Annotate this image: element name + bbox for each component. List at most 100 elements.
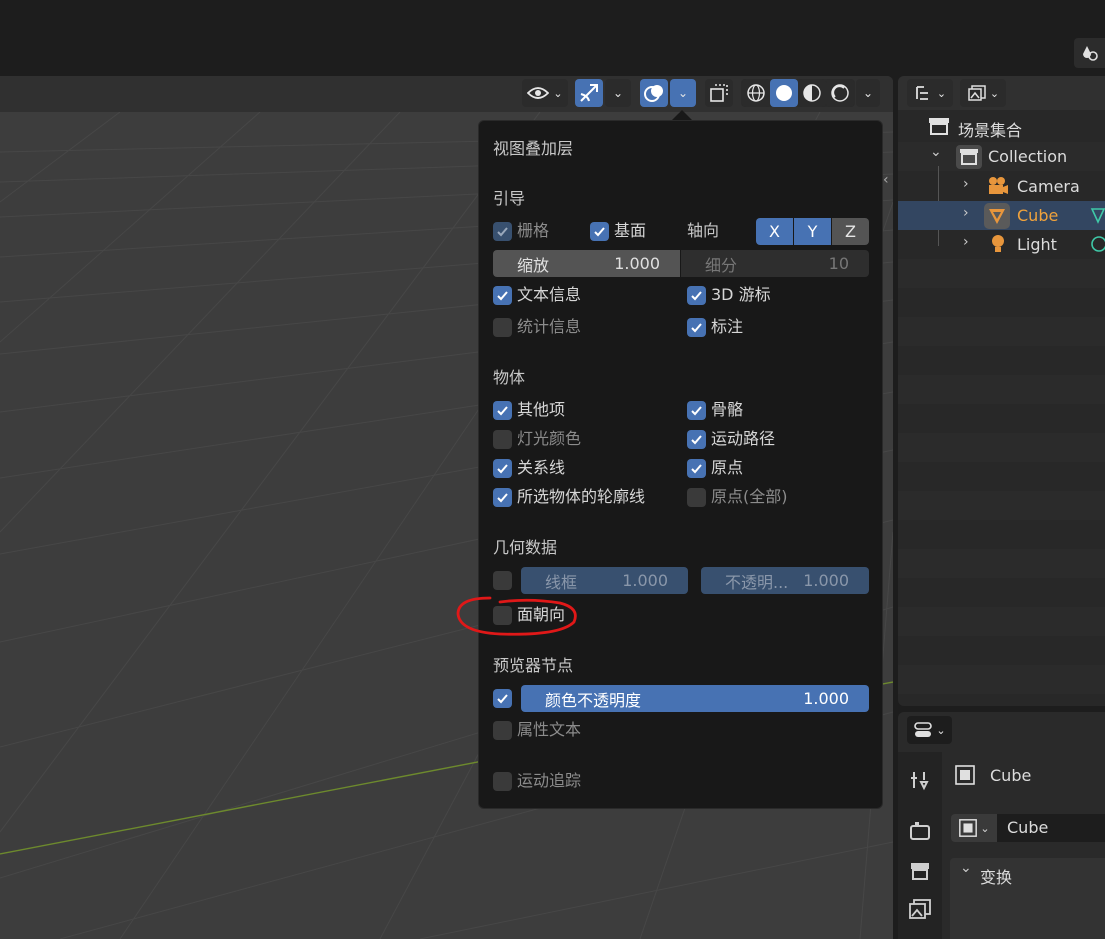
wireframe-label: 线框 (545, 572, 578, 592)
outline-selected-checkbox[interactable] (493, 488, 512, 507)
filter-dropdown[interactable]: ⌄ (960, 79, 1006, 107)
outliner-empty-row (898, 665, 1105, 694)
solid-sphere-icon (776, 85, 792, 101)
overlay-dropdown[interactable]: ⌄ (670, 79, 696, 107)
3d-cursor-checkbox[interactable] (687, 286, 706, 305)
floor-checkbox[interactable] (590, 222, 609, 241)
outliner-row-collection[interactable]: ⌄ Collection (898, 142, 1105, 171)
rendered-sphere-icon (831, 84, 849, 102)
red-circle-annotation (456, 596, 577, 636)
light-colors-label: 灯光颜色 (517, 429, 582, 448)
axis-y-toggle[interactable]: Y (794, 218, 831, 245)
blender-window: ⌄ ⌄ ⌄ ⌄ ‹ 视图叠加层 引导 栅格 基面 轴向 X Y Z 缩放 1.0… (0, 0, 1105, 939)
grid-scale-slider[interactable]: 缩放 1.000 (493, 250, 680, 277)
color-opacity-slider[interactable]: 颜色不透明度 1.000 (521, 685, 869, 712)
outliner-row-cube[interactable]: › Cube (898, 201, 1105, 230)
camera-label: Camera (1017, 177, 1080, 196)
3d-cursor-label: 3D 游标 (711, 285, 771, 304)
sidebar-toggle-arrow[interactable]: ‹ (883, 172, 889, 188)
display-mode-dropdown[interactable]: ⌄ (907, 79, 953, 107)
outliner-row-light[interactable]: › Light (898, 230, 1105, 259)
wireframe-checkbox[interactable] (493, 571, 512, 590)
outliner-row-camera[interactable]: › Camera (898, 166, 1105, 246)
axis-x-toggle[interactable]: X (756, 218, 793, 245)
outliner-empty-row (898, 375, 1105, 404)
outliner-empty-row (898, 259, 1105, 288)
outliner-row-scene-collection[interactable]: 场景集合 (898, 112, 1105, 141)
visibility-dropdown[interactable]: ⌄ (522, 79, 568, 107)
popover-title: 视图叠加层 (493, 139, 574, 158)
statistics-checkbox[interactable] (493, 318, 512, 337)
camera-icon (989, 177, 1008, 194)
text-info-label: 文本信息 (517, 285, 582, 304)
properties-tabs (898, 752, 942, 939)
top-bar (0, 0, 1105, 76)
subdivisions-value: 10 (828, 254, 849, 273)
light-label: Light (1017, 235, 1057, 254)
motion-tracking-checkbox[interactable] (493, 772, 512, 791)
eye-icon (527, 87, 550, 99)
viewport-header: ⌄ ⌄ ⌄ ⌄ (0, 76, 893, 112)
xray-icon (710, 84, 728, 102)
relationship-lines-label: 关系线 (517, 458, 566, 477)
render-properties-icon (910, 822, 930, 840)
editor-type-dropdown[interactable]: ⌄ (907, 716, 952, 744)
chevron-right-icon[interactable]: › (963, 205, 969, 221)
extras-label: 其他项 (517, 400, 566, 419)
rendered-shading-button[interactable] (826, 79, 854, 107)
wireframe-sphere-icon (747, 84, 765, 102)
extras-checkbox[interactable] (493, 401, 512, 420)
grid-checkbox[interactable] (493, 222, 512, 241)
opacity-label: 不透明... (725, 572, 789, 592)
light-colors-checkbox[interactable] (493, 430, 512, 449)
scene-collection-label: 场景集合 (958, 121, 1023, 140)
annotations-label: 标注 (711, 317, 744, 336)
material-preview-button[interactable] (798, 79, 826, 107)
attribute-text-checkbox[interactable] (493, 721, 512, 740)
floor-label: 基面 (614, 221, 647, 240)
cube-label: Cube (1017, 206, 1059, 225)
gizmo-dropdown[interactable]: ⌄ (605, 79, 631, 107)
relationship-lines-checkbox[interactable] (493, 459, 512, 478)
chevron-down-icon[interactable]: ⌄ (960, 860, 972, 876)
collection-icon (956, 145, 982, 169)
grid-subdivisions-slider[interactable]: 细分 10 (681, 250, 869, 277)
wireframe-opacity-slider[interactable]: 不透明... 1.000 (701, 567, 869, 594)
origins-checkbox[interactable] (687, 459, 706, 478)
object-selector-dropdown[interactable]: ⌄ (951, 814, 997, 842)
object-name-field[interactable]: Cube (997, 814, 1105, 842)
overlay-icon (644, 85, 663, 102)
viewer-color-checkbox[interactable] (493, 689, 512, 708)
solid-shading-button[interactable] (770, 79, 798, 107)
origins-all-checkbox[interactable] (687, 488, 706, 507)
annotations-checkbox[interactable] (687, 318, 706, 337)
transform-panel-title: 变换 (980, 868, 1013, 887)
light-icon (992, 235, 1004, 252)
scene-collection-icon (929, 118, 949, 135)
viewer-node-header: 预览器节点 (493, 656, 574, 675)
chevron-right-icon[interactable]: › (963, 234, 969, 250)
xray-toggle[interactable] (705, 79, 733, 107)
chevron-right-icon[interactable]: › (963, 176, 969, 192)
wireframe-shading-button[interactable] (742, 79, 770, 107)
motion-paths-checkbox[interactable] (687, 430, 706, 449)
shading-dropdown[interactable]: ⌄ (856, 79, 880, 107)
shading-drops-icon[interactable] (1074, 38, 1105, 68)
axis-z-toggle[interactable]: Z (832, 218, 869, 245)
text-info-checkbox[interactable] (493, 286, 512, 305)
gizmo-toggle[interactable] (575, 79, 603, 107)
object-icon (959, 819, 978, 837)
output-properties-icon (911, 863, 929, 880)
collection-label: Collection (988, 147, 1068, 166)
transform-panel[interactable]: ⌄ 变换 (950, 858, 1105, 939)
outliner-empty-row (898, 317, 1105, 346)
chevron-down-icon[interactable]: ⌄ (930, 144, 942, 160)
subdivisions-label: 细分 (705, 255, 738, 275)
outliner-empty-row (898, 433, 1105, 462)
overlay-toggle[interactable] (640, 79, 668, 107)
objects-header: 物体 (493, 368, 526, 387)
guides-header: 引导 (493, 189, 526, 208)
origins-label: 原点 (711, 458, 744, 477)
bones-checkbox[interactable] (687, 401, 706, 420)
material-sphere-icon (803, 84, 821, 102)
